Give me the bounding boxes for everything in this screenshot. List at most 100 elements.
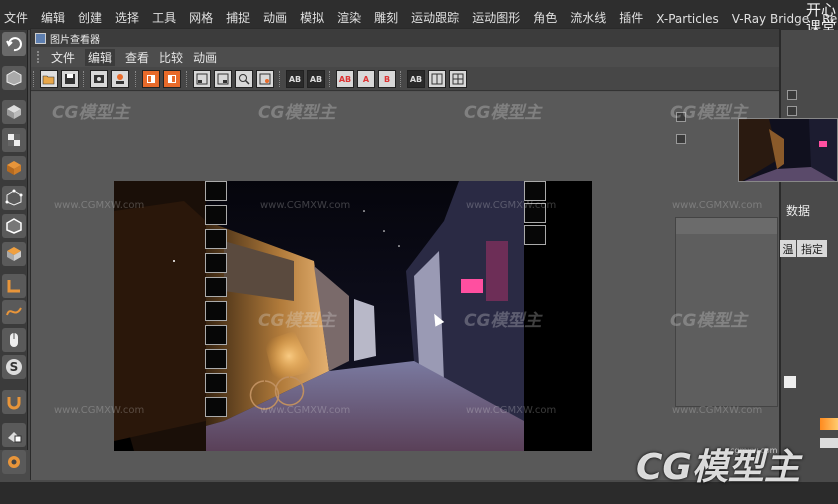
- grid-icon[interactable]: [2, 156, 26, 180]
- watermark-logo: CG模型主: [464, 311, 542, 331]
- save-icon[interactable]: [61, 70, 79, 88]
- edges-mode-icon[interactable]: [2, 214, 26, 238]
- watermark-logo: CG模型主: [52, 103, 130, 123]
- data-section-label: 数据: [786, 204, 811, 218]
- mouse-icon[interactable]: [2, 328, 26, 352]
- toolbar-separator: [329, 71, 331, 87]
- menu-item-16[interactable]: X-Particles: [656, 12, 719, 26]
- undo-icon[interactable]: [2, 32, 26, 56]
- grid-view-icon[interactable]: [449, 70, 467, 88]
- viewer-menu-item-0[interactable]: 文件: [51, 49, 75, 66]
- faces-mode-icon[interactable]: [2, 242, 26, 266]
- zoom-fit-icon[interactable]: [235, 70, 253, 88]
- film-frame: [524, 225, 546, 245]
- compare-ab-label: AB: [288, 74, 302, 84]
- color-gradient-bar[interactable]: [820, 418, 838, 430]
- set-a-label: A: [362, 74, 370, 84]
- polygon-mode-icon[interactable]: [2, 66, 26, 90]
- ab-set-label: AB: [338, 74, 352, 84]
- menu-item-13[interactable]: 角色: [533, 9, 557, 26]
- points-mode-icon[interactable]: [2, 186, 26, 210]
- watermark-logo: CG模型主: [670, 311, 748, 331]
- brand-logo: CG模型主: [636, 447, 800, 488]
- histogram-icon[interactable]: [256, 70, 274, 88]
- render-queue-icon[interactable]: [111, 70, 129, 88]
- menu-item-1[interactable]: 编辑: [41, 9, 65, 26]
- compare-ab-swap-label: AB: [309, 74, 323, 84]
- checker-icon[interactable]: [2, 128, 26, 152]
- left-panel-button[interactable]: 温: [780, 240, 796, 257]
- watermark-url: www.CGMXW.com: [260, 200, 351, 211]
- menu-item-12[interactable]: 运动图形: [472, 9, 520, 26]
- film-strip-right: [524, 181, 546, 249]
- watermark-logo: CG模型主: [670, 103, 748, 123]
- viewer-menu-item-1[interactable]: 编辑: [85, 48, 116, 66]
- menu-item-8[interactable]: 模拟: [300, 9, 324, 26]
- attribute-list-header: [676, 218, 777, 234]
- menu-item-2[interactable]: 创建: [78, 9, 102, 26]
- menu-item-15[interactable]: 插件: [619, 9, 643, 26]
- main-menubar: 文件 编辑 创建 选择 工具 网格 捕捉 动画 模拟 渲染 雕刻 运动跟踪 运动图形 角色 流水线 插件 X-P…: [0, 0, 838, 30]
- show-ab-label: AB: [409, 74, 423, 84]
- film-frame: [205, 253, 227, 273]
- layer-stack-icon[interactable]: [214, 70, 232, 88]
- attribute-checkbox[interactable]: [787, 106, 797, 116]
- cube-icon[interactable]: [2, 100, 26, 124]
- compare-ab-set-icon[interactable]: AB: [336, 70, 354, 88]
- assign-button[interactable]: 指定: [797, 240, 827, 257]
- spline-icon[interactable]: [2, 300, 26, 324]
- channel-icon[interactable]: [142, 70, 160, 88]
- menu-item-17[interactable]: V-Ray Bridge: [732, 12, 809, 26]
- split-view-icon[interactable]: [428, 70, 446, 88]
- render-history-thumbnail[interactable]: [738, 118, 838, 182]
- layer-icon[interactable]: [193, 70, 211, 88]
- set-b-label: B: [383, 74, 391, 84]
- svg-text:S: S: [10, 360, 19, 374]
- menu-item-5[interactable]: 网格: [189, 9, 213, 26]
- set-a-icon[interactable]: A: [357, 70, 375, 88]
- app-window: 文件 编辑 创建 选择 工具 网格 捕捉 动画 模拟 渲染 雕刻 运动跟踪 运动图形 角色 流水线 插件 X-P…: [0, 0, 838, 504]
- lock-icon[interactable]: [2, 423, 26, 447]
- alpha-channel-icon[interactable]: [163, 70, 181, 88]
- menu-item-11[interactable]: 运动跟踪: [411, 9, 459, 26]
- color-swatch[interactable]: [784, 376, 796, 388]
- menu-item-0[interactable]: 文件: [4, 9, 28, 26]
- toolbar-separator: [83, 71, 85, 87]
- menu-item-7[interactable]: 动画: [263, 9, 287, 26]
- watermark-url: www.CGMXW.com: [672, 405, 763, 416]
- film-frame: [205, 205, 227, 225]
- compare-swap-icon[interactable]: AB: [307, 70, 325, 88]
- menu-item-9[interactable]: 渲染: [337, 9, 361, 26]
- render-icon[interactable]: [90, 70, 108, 88]
- open-icon[interactable]: [40, 70, 58, 88]
- film-frame: [524, 181, 546, 201]
- menu-item-14[interactable]: 流水线: [570, 9, 606, 26]
- menu-item-10[interactable]: 雕刻: [374, 9, 398, 26]
- menu-item-6[interactable]: 捕捉: [226, 9, 250, 26]
- viewer-titlebar[interactable]: 图片查看器: [31, 29, 779, 47]
- axis-icon[interactable]: [2, 274, 26, 298]
- viewer-side-checkbox[interactable]: [676, 134, 686, 144]
- watermark-logo: CG模型主: [258, 103, 336, 123]
- set-b-icon[interactable]: B: [378, 70, 396, 88]
- compare-icon[interactable]: AB: [286, 70, 304, 88]
- viewer-menu-item-4[interactable]: 动画: [193, 49, 217, 66]
- magnet-icon[interactable]: [2, 390, 26, 414]
- s-icon[interactable]: S: [2, 355, 26, 379]
- viewer-menu-item-3[interactable]: 比较: [159, 49, 183, 66]
- watermark-url: www.CGMXW.com: [466, 405, 557, 416]
- toolbar-separator: [135, 71, 137, 87]
- toolbar-grip: [33, 71, 35, 87]
- menu-item-3[interactable]: 选择: [115, 9, 139, 26]
- menu-item-4[interactable]: 工具: [152, 9, 176, 26]
- watermark-logo: CG模型主: [258, 311, 336, 331]
- film-frame: [205, 277, 227, 297]
- viewer-menu-item-2[interactable]: 查看: [125, 49, 149, 66]
- grip-handle[interactable]: [37, 51, 45, 63]
- attribute-checkbox[interactable]: [787, 90, 797, 100]
- watermark-url: www.CGMXW.com: [466, 200, 557, 211]
- gear-icon[interactable]: [2, 450, 26, 474]
- show-ab-icon[interactable]: AB: [407, 70, 425, 88]
- color-gradient-bar-2[interactable]: [820, 438, 838, 448]
- film-frame: [205, 373, 227, 393]
